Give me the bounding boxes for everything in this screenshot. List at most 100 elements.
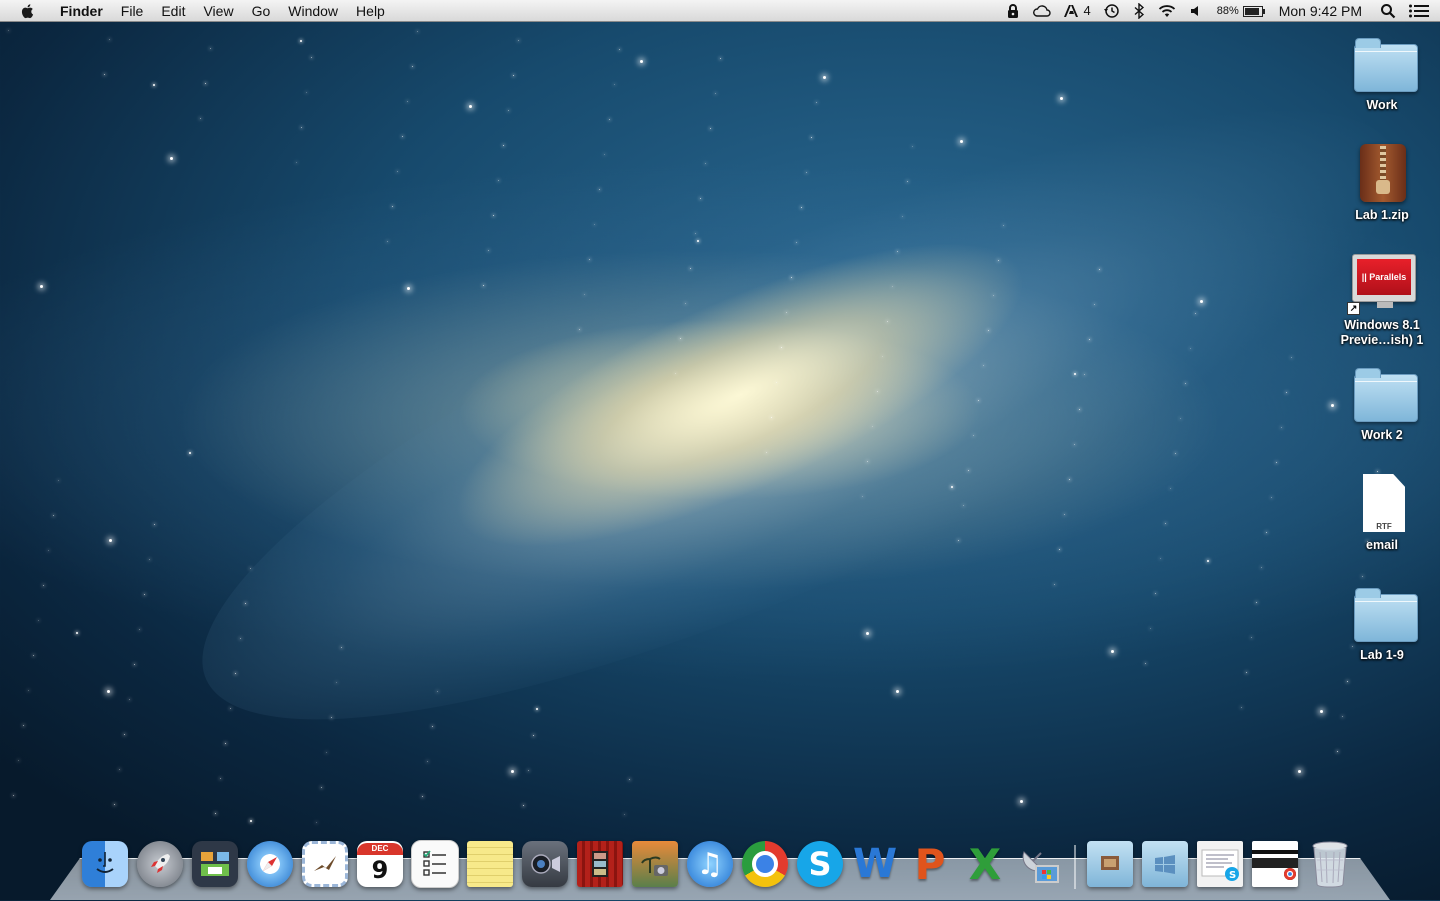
star [107, 690, 110, 693]
satellite-dish-icon [1017, 841, 1063, 887]
star [306, 92, 307, 93]
folder-icon [1354, 588, 1418, 642]
dock-trash[interactable] [1305, 839, 1355, 889]
dock-chrome-window[interactable] [1250, 839, 1300, 889]
dock-safari[interactable] [245, 839, 295, 889]
star [341, 647, 342, 648]
desktop-alias-windows-parallels[interactable]: || Parallels ↗ Windows 8.1 Previe…ish) 1 [1322, 254, 1440, 348]
dock-separator [1074, 845, 1076, 889]
desktop-file-lab-zip[interactable]: Lab 1.zip [1322, 144, 1440, 223]
star [604, 154, 605, 155]
star [1291, 357, 1292, 358]
star [220, 778, 221, 779]
star [200, 118, 201, 119]
menu-window[interactable]: Window [279, 0, 347, 22]
dock-remote-desktop[interactable] [1015, 839, 1065, 889]
dock-finder[interactable] [80, 839, 130, 889]
dock-reminders[interactable] [410, 839, 460, 889]
star [1261, 567, 1262, 568]
dock-mail[interactable] [300, 839, 350, 889]
star [523, 805, 524, 806]
dock-microsoft-excel[interactable]: X [960, 839, 1010, 889]
star [1185, 383, 1186, 384]
star [53, 515, 54, 516]
desktop-folder-work-2[interactable]: Work 2 [1322, 364, 1440, 443]
star [710, 128, 711, 129]
star [114, 804, 115, 805]
menu-clock[interactable]: Mon 9:42 PM [1269, 3, 1374, 19]
star [301, 127, 302, 128]
lock-icon[interactable] [999, 3, 1027, 19]
star [1020, 800, 1023, 803]
star [412, 66, 413, 67]
star [892, 286, 893, 287]
dock-google-chrome[interactable] [740, 839, 790, 889]
star [1190, 348, 1191, 349]
star [958, 540, 959, 541]
dock-launchpad[interactable] [135, 839, 185, 889]
desktop-folder-work[interactable]: Work [1322, 34, 1440, 113]
dock-iphoto[interactable] [630, 839, 680, 889]
star [1246, 672, 1247, 673]
menu-app-finder[interactable]: Finder [51, 0, 112, 22]
star [109, 539, 112, 542]
dock: DEC 9 ♫ S W P X S [80, 833, 1360, 889]
star [1074, 373, 1076, 375]
star [1200, 300, 1203, 303]
dock-calendar[interactable]: DEC 9 [355, 839, 405, 889]
galaxy-band [139, 0, 1440, 831]
dock-microsoft-word[interactable]: W [850, 839, 900, 889]
desktop-folder-lab-1-9[interactable]: Lab 1-9 [1322, 584, 1440, 663]
star [104, 74, 105, 75]
dock-applications-folder[interactable] [1085, 839, 1135, 889]
star [680, 338, 681, 339]
dock-windows-folder[interactable] [1140, 839, 1190, 889]
battery-indicator[interactable]: 88% [1211, 0, 1269, 22]
star [705, 163, 706, 164]
galaxy-core [418, 182, 1062, 608]
menu-edit[interactable]: Edit [152, 0, 194, 22]
star [1347, 681, 1348, 682]
bluetooth-icon[interactable] [1127, 3, 1151, 19]
folder-icon [1354, 368, 1418, 422]
menu-view[interactable]: View [194, 0, 242, 22]
dock-downloads-stack[interactable]: S [1195, 839, 1245, 889]
dock-microsoft-powerpoint[interactable]: P [905, 839, 955, 889]
dock-skype[interactable]: S [795, 839, 845, 889]
star [973, 435, 974, 436]
parallels-logo: || Parallels [1357, 259, 1411, 295]
menu-help[interactable]: Help [347, 0, 394, 22]
dock-photo-booth[interactable] [575, 839, 625, 889]
desktop-file-email[interactable]: RTF email [1322, 474, 1440, 553]
notification-center-icon[interactable] [1402, 3, 1440, 19]
star [1155, 593, 1156, 594]
dock-itunes[interactable]: ♫ [685, 839, 735, 889]
spotlight-icon[interactable] [1374, 3, 1402, 19]
menu-bar: Finder File Edit View Go Window Help 4 8… [0, 0, 1440, 22]
star [469, 105, 472, 108]
star [978, 400, 979, 401]
star [715, 93, 716, 94]
star [422, 796, 423, 797]
document-stack-icon: S [1197, 841, 1243, 887]
star [690, 268, 691, 269]
wifi-icon[interactable] [1151, 3, 1183, 19]
dock-notes[interactable] [465, 839, 515, 889]
dock-mission-control[interactable] [190, 839, 240, 889]
menu-file[interactable]: File [112, 0, 153, 22]
dock-facetime[interactable] [520, 839, 570, 889]
cloud-icon[interactable] [1027, 3, 1057, 19]
star [28, 690, 29, 691]
menu-go[interactable]: Go [243, 0, 280, 22]
adobe-icon[interactable]: 4 [1057, 0, 1096, 22]
star [119, 769, 120, 770]
volume-icon[interactable] [1183, 3, 1211, 19]
star [493, 215, 494, 216]
star [695, 233, 696, 234]
camera-icon [522, 841, 568, 887]
star [511, 770, 514, 773]
apple-logo-icon[interactable] [19, 2, 37, 20]
star [697, 240, 699, 242]
time-machine-icon[interactable] [1097, 3, 1127, 19]
star [675, 373, 676, 374]
